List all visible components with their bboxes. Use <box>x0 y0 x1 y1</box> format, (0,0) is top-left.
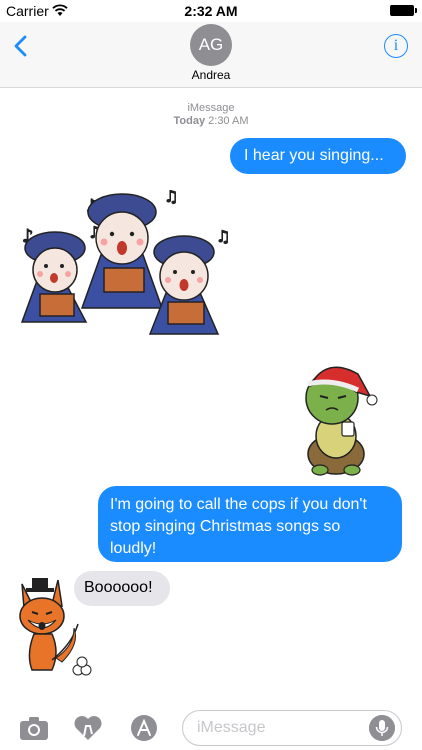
message-bubble-outgoing[interactable]: I hear you singing... <box>230 138 406 174</box>
caroling-sheep-sticker[interactable]: ♪ ♪ ♫ ♫ ♫ <box>12 190 242 340</box>
battery-icon <box>390 5 417 16</box>
date-label: Today <box>173 115 206 127</box>
info-icon[interactable]: i <box>384 34 408 58</box>
clock: 2:32 AM <box>184 3 238 19</box>
contact-name[interactable]: Andrea <box>0 68 422 82</box>
booing-fox-sticker[interactable] <box>14 574 96 678</box>
date-time: 2:30 AM <box>208 115 249 127</box>
app-store-icon[interactable] <box>128 714 160 742</box>
digital-touch-heart-icon[interactable] <box>72 714 104 742</box>
message-input[interactable]: iMessage <box>182 710 402 746</box>
back-chevron-icon[interactable] <box>10 34 32 58</box>
avatar-initials: AG <box>198 35 224 54</box>
svg-text:♫: ♫ <box>216 227 230 246</box>
contact-avatar[interactable]: AG <box>190 24 232 66</box>
service-label: iMessage <box>187 102 235 114</box>
conversation-header: AG Andrea i <box>0 22 422 88</box>
compose-toolbar: iMessage <box>0 704 422 750</box>
status-bar: Carrier 2:32 AM <box>0 0 422 22</box>
grumpy-turtle-sticker[interactable] <box>296 356 380 480</box>
conversation-timestamp: iMessage Today 2:30 AM <box>0 102 422 128</box>
message-input-placeholder: iMessage <box>197 719 266 736</box>
camera-icon[interactable] <box>18 714 50 742</box>
svg-text:♫: ♫ <box>164 190 178 206</box>
message-bubble-outgoing[interactable]: I'm going to call the cops if you don't … <box>98 486 402 562</box>
microphone-icon[interactable] <box>369 715 395 741</box>
